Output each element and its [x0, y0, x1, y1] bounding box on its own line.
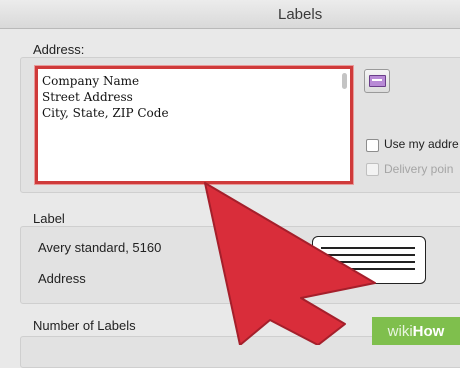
window-title: Labels	[278, 6, 323, 23]
address-line: City, State, ZIP Code	[42, 106, 169, 120]
wikihow-watermark: wiki How	[372, 317, 460, 345]
address-section-label: Address:	[33, 42, 85, 57]
use-my-address-checkbox[interactable]	[366, 139, 379, 152]
textarea-scrollbar[interactable]	[342, 73, 347, 89]
preview-line	[321, 268, 415, 270]
label-preview-icon[interactable]	[312, 236, 426, 284]
address-card-icon[interactable]	[364, 69, 390, 93]
label-type-name: Address	[38, 271, 86, 286]
preview-line	[321, 254, 415, 256]
address-line: Company Name	[42, 74, 140, 88]
watermark-prefix: wiki	[387, 322, 413, 340]
address-textarea[interactable]: Company Name Street Address City, State,…	[35, 66, 353, 184]
number-of-labels-section-label: Number of Labels	[33, 318, 136, 333]
watermark-suffix: How	[412, 322, 445, 340]
preview-line	[321, 261, 415, 263]
address-line: Street Address	[42, 90, 133, 104]
label-product-name: Avery standard, 5160	[38, 240, 162, 255]
label-section-label: Label	[33, 211, 65, 226]
delivery-point-label: Delivery poin	[384, 162, 454, 176]
window-titlebar: Labels	[0, 0, 460, 29]
use-my-address-label: Use my addre	[384, 137, 459, 151]
delivery-point-checkbox[interactable]	[366, 163, 379, 176]
card-glyph	[369, 75, 386, 87]
preview-line	[321, 247, 415, 249]
